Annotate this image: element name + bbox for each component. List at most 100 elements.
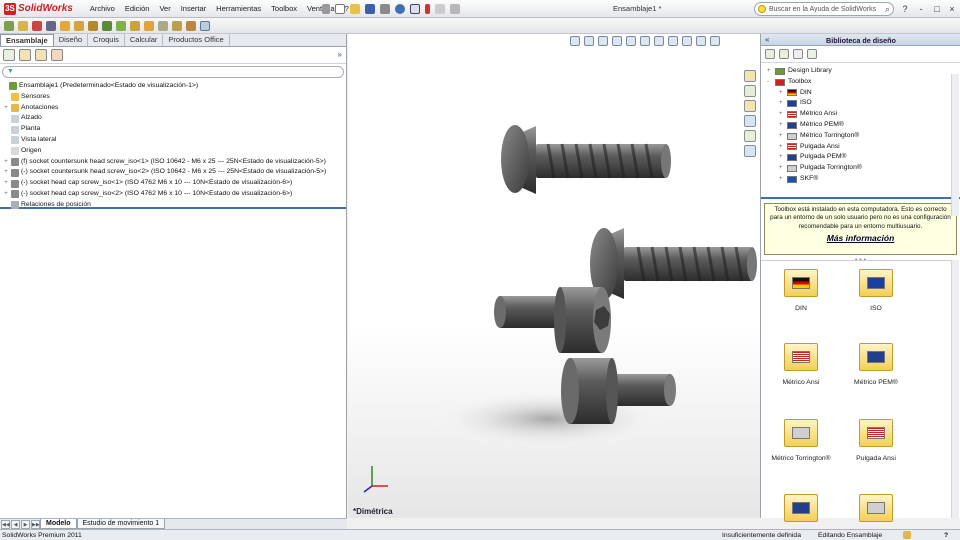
move-component-icon[interactable] [60,20,70,31]
library-tree-item[interactable]: + DIN [761,88,960,99]
tab-productos-office[interactable]: Productos Office [163,34,230,46]
menu-toolbox[interactable]: Toolbox [266,0,302,18]
expand-toggle-icon[interactable]: + [3,157,9,168]
tab-calcular[interactable]: Calcular [125,34,164,46]
appearances-icon[interactable] [744,130,756,142]
tiles-scrollbar[interactable] [951,260,959,518]
menu-archivo[interactable]: Archivo [85,0,120,18]
expand-toggle-icon[interactable]: + [779,142,787,153]
cap-screw-1[interactable] [494,287,611,353]
more-info-link[interactable]: Más información [768,234,953,243]
tab-estudio-movimiento[interactable]: Estudio de movimiento 1 [76,519,166,529]
search-go-icon[interactable]: ⌕ [885,4,890,15]
countersunk-screw-2[interactable] [590,228,757,300]
library-tree-item[interactable]: + Pulgada Ansi [761,142,960,153]
undo-icon[interactable] [395,4,405,14]
file-properties-icon[interactable] [435,4,445,14]
status-help-icon[interactable]: ? [944,532,948,539]
close-button[interactable]: × [945,0,959,18]
tab-modelo[interactable]: Modelo [40,519,77,529]
minimize-button[interactable]: - [914,0,928,18]
library-folder-tile[interactable]: Métrico Torrington® [761,419,841,462]
library-folder-tile[interactable]: DIN [761,269,841,312]
select-icon[interactable] [410,4,420,14]
insert-component-icon[interactable] [4,20,14,31]
library-folder-tile[interactable]: Pulgada Ansi [836,419,916,462]
design-library-tab-icon[interactable] [744,85,756,97]
add-to-library-icon[interactable] [765,49,775,59]
tree-filter-input[interactable]: ▼ [2,66,344,78]
library-folder-tile[interactable]: ISO [836,269,916,312]
tree-item[interactable]: + Anotaciones [0,103,346,114]
view-palette-icon[interactable] [744,115,756,127]
graphics-area[interactable]: *Dimétrica [348,34,760,518]
solidworks-logo[interactable]: 3S SolidWorks [0,0,77,18]
tree-item[interactable]: Relaciones de posición [0,200,346,211]
expand-toggle-icon[interactable]: + [3,178,9,189]
tree-item[interactable]: Sensores [0,92,346,103]
tree-item[interactable]: + (-) socket countersunk head screw_iso<2… [0,167,346,178]
custom-properties-icon[interactable] [744,145,756,157]
rebuild-icon[interactable] [425,4,430,14]
help-search-input[interactable]: Buscar en la Ayuda de SolidWorks ⌕ [754,2,894,16]
property-manager-icon[interactable] [19,49,31,61]
file-explorer-icon[interactable] [744,100,756,112]
expand-toggle-icon[interactable]: - [767,77,775,88]
menu-edicion[interactable]: Edición [120,0,155,18]
menu-herramientas[interactable]: Herramientas [211,0,266,18]
library-tree-item[interactable]: + SKF® [761,174,960,185]
library-tree-item[interactable]: + ISO [761,98,960,109]
tree-scrollbar[interactable] [951,74,959,216]
prev-tab-icon[interactable]: ◀ [11,519,20,529]
smart-fasteners-icon[interactable] [46,20,56,31]
expand-toggle-icon[interactable]: + [779,98,787,109]
library-folder-tile[interactable]: Métrico PEM® [836,343,916,386]
maximize-button[interactable]: □ [930,0,944,18]
countersunk-screw-1[interactable] [501,125,671,194]
tree-item[interactable]: + (-) socket head cap screw_iso<2> (ISO 4… [0,189,346,200]
expand-toggle-icon[interactable]: + [779,131,787,142]
display-manager-icon[interactable] [51,49,63,61]
menu-insertar[interactable]: Insertar [176,0,211,18]
library-folder-tile[interactable]: Métrico Ansi [761,343,841,386]
bill-of-materials-icon[interactable] [130,20,140,31]
add-file-location-icon[interactable] [779,49,789,59]
explode-line-sketch-icon[interactable] [158,20,168,31]
save-icon[interactable] [365,4,375,14]
expand-toggle-icon[interactable]: + [779,120,787,131]
instant3d-icon[interactable] [200,20,210,31]
library-tree-item[interactable]: + Métrico PEM® [761,120,960,131]
expand-toggle-icon[interactable]: + [3,167,9,178]
library-tree-item[interactable]: - Toolbox [761,77,960,88]
library-tree-item[interactable]: + Design Library [761,66,960,77]
new-document-icon[interactable] [335,4,345,14]
expand-toggle-icon[interactable]: + [779,88,787,99]
exploded-view-icon[interactable] [144,20,154,31]
tree-item[interactable]: Alzado [0,113,346,124]
expand-toggle-icon[interactable]: + [779,174,787,185]
menu-ver[interactable]: Ver [154,0,175,18]
open-folder-icon[interactable] [350,4,360,14]
new-motion-study-icon[interactable] [116,20,126,31]
reference-geometry-icon[interactable] [102,20,112,31]
assembly-features-icon[interactable] [88,20,98,31]
interference-detection-icon[interactable] [172,20,182,31]
expand-toggle-icon[interactable]: + [779,152,787,163]
tab-croquis[interactable]: Croquis [88,34,125,46]
expand-toggle-icon[interactable]: + [3,189,9,200]
library-tree-item[interactable]: + Pulgada Torrington® [761,163,960,174]
solidworks-resources-icon[interactable] [744,70,756,82]
tree-item[interactable]: Planta [0,124,346,135]
print-icon[interactable] [380,4,390,14]
options-icon[interactable] [450,4,460,14]
tree-item[interactable]: Origen [0,146,346,157]
mate-icon[interactable] [18,20,28,31]
refresh-icon[interactable] [807,49,817,59]
tree-item[interactable]: Ensamblaje1 (Predeterminado<Estado de vi… [0,81,346,92]
last-tab-icon[interactable]: ▶▶ [31,519,40,529]
tab-ensamblaje[interactable]: Ensamblaje [0,34,54,46]
library-tree-item[interactable]: + Métrico Ansi [761,109,960,120]
tree-item[interactable]: + (f) socket countersunk head screw_iso<1… [0,157,346,168]
expand-toggle-icon[interactable]: + [767,66,775,77]
library-tree-item[interactable]: + Pulgada PEM® [761,152,960,163]
